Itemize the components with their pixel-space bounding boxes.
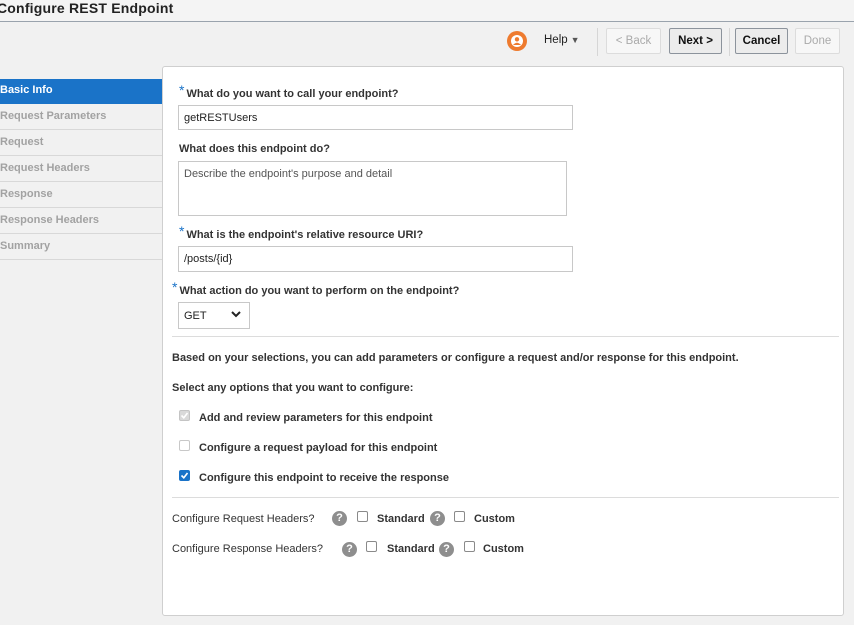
request-headers-custom-checkbox[interactable] — [454, 511, 465, 522]
request-payload-checkbox[interactable] — [179, 440, 190, 451]
toolbar-divider — [729, 28, 730, 56]
step-request-headers[interactable]: Request Headers — [0, 157, 162, 182]
endpoint-name-label: * What do you want to call your endpoint? — [179, 82, 399, 100]
window-titlebar: Configure REST Endpoint — [0, 0, 854, 22]
window-title: Configure REST Endpoint — [0, 0, 174, 16]
user-avatar-icon[interactable] — [507, 31, 527, 51]
step-response[interactable]: Response — [0, 183, 162, 208]
request-headers-label: Configure Request Headers? — [172, 513, 315, 525]
selection-info-text: Based on your selections, you can add pa… — [172, 352, 739, 364]
section-divider — [172, 497, 839, 498]
checkmark-icon — [180, 412, 189, 420]
help-menu[interactable]: Help ▼ — [544, 34, 580, 46]
cancel-button[interactable]: Cancel — [735, 28, 788, 54]
request-custom-label: Custom — [474, 513, 515, 525]
help-label: Help — [544, 34, 568, 46]
done-button[interactable]: Done — [795, 28, 840, 54]
response-headers-label: Configure Response Headers? — [172, 543, 324, 555]
request-payload-label: Configure a request payload for this end… — [199, 442, 438, 454]
request-headers-standard-checkbox[interactable] — [357, 511, 368, 522]
add-parameters-label: Add and review parameters for this endpo… — [199, 412, 433, 424]
add-parameters-checkbox[interactable] — [179, 410, 190, 421]
caret-down-icon: ▼ — [570, 35, 580, 45]
options-heading: Select any options that you want to conf… — [172, 382, 414, 394]
response-standard-label: Standard — [387, 543, 435, 555]
back-button[interactable]: < Back — [606, 28, 661, 54]
required-marker: * — [172, 279, 178, 295]
response-headers-standard-checkbox[interactable] — [366, 541, 377, 552]
person-icon — [511, 35, 523, 47]
wizard-toolbar: Help ▼ < Back Next > Cancel Done — [0, 22, 854, 62]
response-custom-label: Custom — [483, 543, 524, 555]
endpoint-action-label: * What action do you want to perform on t… — [172, 279, 460, 297]
step-request[interactable]: Request — [0, 131, 162, 156]
http-method-value: GET — [184, 309, 207, 322]
step-response-headers[interactable]: Response Headers — [0, 209, 162, 234]
resource-uri-input[interactable]: /posts/{id} — [178, 246, 573, 272]
endpoint-description-label: What does this endpoint do? — [179, 143, 330, 155]
resource-uri-label: * What is the endpoint's relative resourc… — [179, 223, 424, 241]
section-divider — [172, 336, 839, 337]
help-icon[interactable]: ? — [430, 511, 445, 526]
checkmark-icon — [180, 472, 189, 480]
request-standard-label: Standard — [377, 513, 425, 525]
http-method-select[interactable]: GET — [178, 302, 250, 329]
help-icon[interactable]: ? — [439, 542, 454, 557]
receive-response-label: Configure this endpoint to receive the r… — [199, 472, 449, 484]
help-icon[interactable]: ? — [342, 542, 357, 557]
step-request-parameters[interactable]: Request Parameters — [0, 105, 162, 130]
wizard-steps-nav: Basic Info Request Parameters Request Re… — [0, 79, 162, 261]
toolbar-divider — [597, 28, 598, 56]
chevron-down-icon — [231, 311, 241, 318]
step-summary[interactable]: Summary — [0, 235, 162, 260]
required-marker: * — [179, 223, 185, 239]
receive-response-checkbox[interactable] — [179, 470, 190, 481]
response-headers-custom-checkbox[interactable] — [464, 541, 475, 552]
endpoint-description-textarea[interactable]: Describe the endpoint's purpose and deta… — [178, 161, 567, 216]
next-button[interactable]: Next > — [669, 28, 722, 54]
step-basic-info[interactable]: Basic Info — [0, 79, 162, 104]
required-marker: * — [179, 82, 185, 98]
endpoint-name-input[interactable]: getRESTUsers — [178, 105, 573, 130]
help-icon[interactable]: ? — [332, 511, 347, 526]
